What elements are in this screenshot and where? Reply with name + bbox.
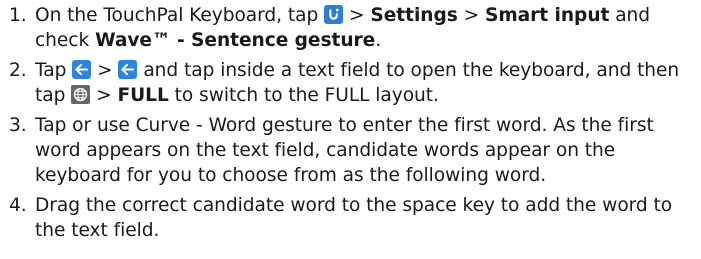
instruction-steps: 1. On the TouchPal Keyboard, tap > Setti… xyxy=(9,4,697,249)
step-number: 2. xyxy=(9,60,27,82)
step-text: . xyxy=(375,29,382,51)
step-text: On the TouchPal Keyboard, tap xyxy=(35,5,325,26)
step-text: > xyxy=(90,84,118,106)
step-number: 1. xyxy=(9,5,27,26)
back-arrow-icon xyxy=(72,60,92,80)
globe-icon xyxy=(71,84,91,104)
step-text: > xyxy=(343,5,371,26)
smart-input-term: Smart input xyxy=(485,5,610,26)
step-text: Tap or use Curve - Word gesture to enter… xyxy=(35,115,654,186)
touchpal-logo-icon xyxy=(324,5,344,24)
step-text: Drag the correct candidate word to the s… xyxy=(35,195,673,241)
step-4: 4. Drag the correct candidate word to th… xyxy=(9,194,697,243)
step-2: 2. Tap > and tap inside a text field to … xyxy=(9,59,697,108)
step-text: to switch to the FULL layout. xyxy=(168,84,439,106)
step-text: Tap xyxy=(35,60,73,82)
settings-term: Settings xyxy=(370,5,458,26)
step-number: 3. xyxy=(9,115,27,137)
full-term: FULL xyxy=(117,84,169,106)
step-3: 3. Tap or use Curve - Word gesture to en… xyxy=(9,114,697,188)
step-1: 1. On the TouchPal Keyboard, tap > Setti… xyxy=(9,4,697,53)
step-text: > xyxy=(457,5,485,26)
wave-gesture-term: Wave™ - Sentence gesture xyxy=(95,29,376,51)
step-number: 4. xyxy=(9,195,27,217)
step-text: > xyxy=(91,60,119,82)
back-arrow-icon xyxy=(118,60,138,80)
